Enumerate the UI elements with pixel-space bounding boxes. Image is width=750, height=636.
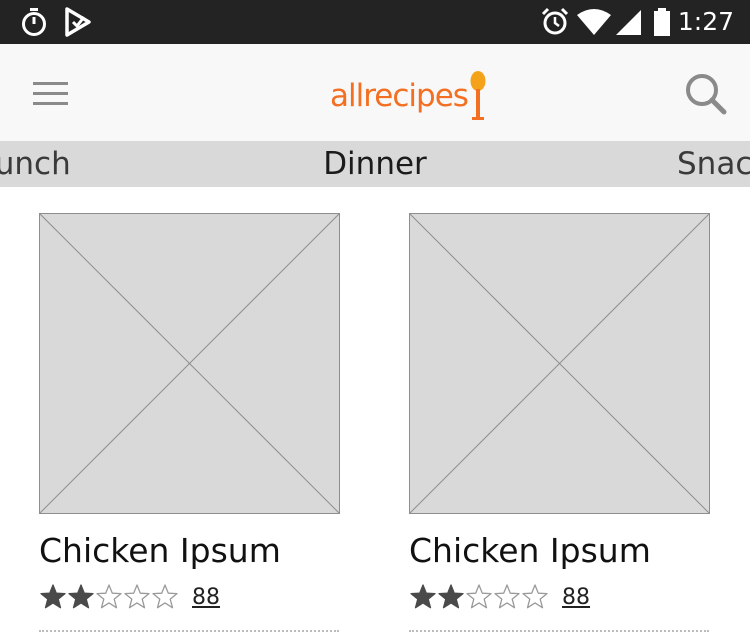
star-empty-icon — [124, 584, 150, 609]
star-filled-icon — [438, 584, 464, 609]
review-count-link[interactable]: 88 — [562, 585, 590, 610]
menu-button[interactable] — [28, 74, 74, 114]
recipe-card[interactable]: Chicken Ipsum 88 — [39, 213, 341, 632]
star-empty-icon — [494, 584, 520, 609]
rating-row: 88 — [39, 582, 341, 612]
image-placeholder-icon — [410, 214, 709, 513]
alarm-icon — [540, 0, 570, 44]
search-icon — [686, 74, 727, 115]
spoon-icon — [470, 71, 486, 120]
star-empty-icon — [96, 584, 122, 609]
category-tabs: Dinner Lunch Snacks — [0, 141, 750, 187]
tab-lunch[interactable]: Lunch — [0, 141, 71, 187]
logo-text: allrecipes — [330, 78, 469, 114]
recipe-image-placeholder[interactable] — [39, 213, 340, 514]
tab-dinner[interactable]: Dinner — [0, 141, 750, 187]
star-filled-icon — [68, 584, 94, 609]
recipe-title[interactable]: Chicken Ipsum — [409, 530, 711, 572]
clock-time: 1:27 — [677, 7, 734, 36]
stopwatch-icon — [20, 0, 48, 44]
wifi-icon — [576, 0, 612, 44]
star-empty-icon — [522, 584, 548, 609]
recipe-card[interactable]: Chicken Ipsum 88 — [409, 213, 711, 632]
play-store-icon — [64, 0, 92, 44]
star-filled-icon — [40, 584, 66, 609]
hamburger-menu-icon — [33, 82, 68, 105]
recipe-title[interactable]: Chicken Ipsum — [39, 530, 341, 572]
search-button[interactable] — [682, 70, 730, 118]
image-placeholder-icon — [40, 214, 339, 513]
dotted-divider — [39, 630, 339, 632]
app-bar: allrecipes — [0, 44, 750, 141]
dotted-divider — [409, 630, 709, 632]
rating-row: 88 — [409, 582, 711, 612]
status-bar: 1:27 — [0, 0, 750, 44]
star-filled-icon — [410, 584, 436, 609]
star-empty-icon — [466, 584, 492, 609]
review-count-link[interactable]: 88 — [192, 585, 220, 610]
recipe-image-placeholder[interactable] — [409, 213, 710, 514]
star-rating — [39, 583, 179, 611]
star-rating — [409, 583, 549, 611]
battery-icon — [653, 0, 671, 44]
star-empty-icon — [152, 584, 178, 609]
tab-snacks[interactable]: Snacks — [677, 141, 750, 187]
signal-icon — [614, 0, 642, 44]
allrecipes-logo[interactable]: allrecipes — [330, 62, 487, 126]
